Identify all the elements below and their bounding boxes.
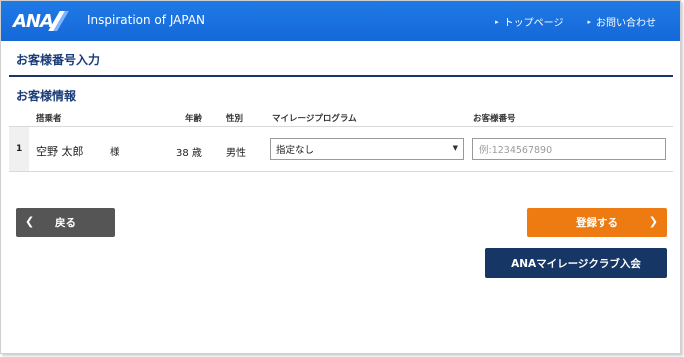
page-title: お客様番号入力 — [16, 53, 101, 67]
site-header: ANA Inspiration of JAPAN ▸ トップページ ▸ お問い合… — [1, 1, 680, 41]
join-mileage-club-label: ANAマイレージクラブ入会 — [511, 257, 641, 270]
passenger-name: 空野 太郎 — [36, 145, 84, 158]
register-button-label: 登録する — [576, 217, 618, 229]
col-header-passenger: 搭乗者 — [36, 114, 62, 124]
chevron-left-icon: ❮ — [25, 215, 35, 228]
passenger-age: 38 歳 — [176, 148, 202, 159]
page-frame: ANA Inspiration of JAPAN ▸ トップページ ▸ お問い合… — [0, 0, 681, 354]
col-header-customer-number: お客様番号 — [473, 114, 516, 124]
triangle-right-icon: ▸ — [495, 17, 499, 26]
chevron-right-icon: ❯ — [648, 215, 658, 228]
mileage-program-select[interactable]: 指定なし ▼ — [270, 138, 464, 160]
chevron-down-icon: ▼ — [452, 144, 458, 152]
col-header-mileage-program: マイレージプログラム — [272, 114, 357, 124]
nav-contact-label: お問い合わせ — [596, 18, 656, 29]
table-bottom-border — [9, 171, 673, 172]
mileage-program-selected: 指定なし — [276, 145, 315, 156]
logo-text: ANA — [13, 10, 54, 32]
col-header-age: 年齢 — [185, 114, 203, 124]
nav-contact-link[interactable]: ▸ お問い合わせ — [587, 14, 656, 30]
passenger-honorific: 様 — [110, 147, 120, 158]
customer-number-placeholder: 例:1234567890 — [479, 145, 553, 156]
back-button-label: 戻る — [55, 217, 76, 229]
row-number: 1 — [16, 144, 23, 154]
logo-stripes-icon — [48, 11, 69, 31]
header-nav: ▸ トップページ ▸ お問い合わせ — [495, 14, 656, 30]
ana-logo[interactable]: ANA — [13, 9, 69, 33]
title-divider — [9, 75, 673, 77]
tagline: Inspiration of JAPAN — [87, 13, 206, 27]
nav-top-page-label: トップページ — [503, 18, 564, 29]
register-button[interactable]: 登録する ❯ — [527, 208, 667, 237]
nav-top-page-link[interactable]: ▸ トップページ — [495, 14, 564, 30]
customer-number-input[interactable]: 例:1234567890 — [472, 138, 666, 160]
table-top-border — [9, 126, 673, 127]
passenger-gender: 男性 — [226, 148, 246, 159]
col-header-gender: 性別 — [226, 114, 244, 124]
join-mileage-club-button[interactable]: ANAマイレージクラブ入会 — [485, 248, 667, 278]
back-button[interactable]: ❮ 戻る — [16, 208, 115, 237]
triangle-right-icon: ▸ — [587, 17, 591, 26]
section-title: お客様情報 — [16, 89, 77, 103]
